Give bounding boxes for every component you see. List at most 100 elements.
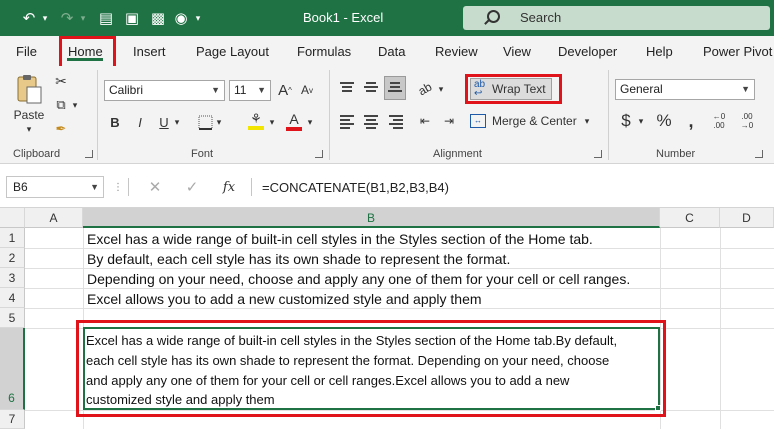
increase-decimal-icon[interactable]: ←0.00 bbox=[708, 110, 730, 132]
formula-input[interactable]: =CONCATENATE(B1,B2,B3,B4) bbox=[262, 180, 449, 195]
center-align-icon[interactable] bbox=[364, 115, 378, 129]
format-icon[interactable]: ▩ bbox=[148, 8, 168, 28]
search-box[interactable]: Search bbox=[463, 6, 770, 30]
gridline bbox=[25, 288, 774, 289]
currency-dropdown-icon[interactable]: ▾ bbox=[636, 114, 646, 128]
tab-formulas[interactable]: Formulas bbox=[297, 44, 351, 59]
font-group-label: Font bbox=[191, 148, 214, 160]
font-launcher-icon[interactable] bbox=[315, 150, 323, 158]
fill-color-dropdown-icon[interactable]: ▾ bbox=[267, 114, 277, 130]
underline-button[interactable]: U bbox=[155, 112, 173, 132]
borders-icon[interactable] bbox=[196, 112, 214, 132]
search-icon bbox=[487, 10, 500, 23]
paste-icon[interactable] bbox=[14, 72, 44, 106]
insert-function-icon[interactable]: fx bbox=[219, 177, 239, 197]
tab-data[interactable]: Data bbox=[378, 44, 405, 59]
clipboard-launcher-icon[interactable] bbox=[85, 150, 93, 158]
name-box[interactable]: B6 ▼ bbox=[6, 176, 104, 198]
tab-review[interactable]: Review bbox=[435, 44, 478, 59]
font-color-dropdown-icon[interactable]: ▾ bbox=[305, 114, 315, 130]
gridline bbox=[25, 268, 774, 269]
redo-icon[interactable]: ↷ bbox=[56, 8, 78, 28]
comma-style-icon[interactable]: , bbox=[684, 110, 698, 132]
redo-dropdown-icon[interactable]: ▾ bbox=[78, 8, 88, 28]
tab-power-pivot[interactable]: Power Pivot bbox=[703, 44, 772, 59]
more-options-icon[interactable]: ⋮ bbox=[113, 177, 123, 197]
copy-dropdown-icon[interactable]: ▾ bbox=[70, 98, 80, 112]
customize-toolbar-icon[interactable]: ▾ bbox=[193, 8, 203, 28]
tab-insert[interactable]: Insert bbox=[133, 44, 166, 59]
decrease-font-icon[interactable]: Av bbox=[298, 80, 316, 100]
formula-bar: B6 ▼ ⋮ ✕ ✓ fx =CONCATENATE(B1,B2,B3,B4) bbox=[0, 164, 774, 208]
undo-dropdown-icon[interactable]: ▾ bbox=[40, 8, 50, 28]
orientation-icon[interactable]: ab bbox=[413, 77, 438, 102]
paste-label[interactable]: Paste bbox=[12, 108, 46, 122]
bold-button[interactable]: B bbox=[106, 112, 124, 132]
top-align-icon[interactable] bbox=[340, 82, 354, 94]
cell-b4[interactable]: Excel allows you to add a new customized… bbox=[87, 291, 482, 307]
decrease-indent-icon[interactable]: ⇤ bbox=[416, 112, 434, 130]
right-align-icon[interactable] bbox=[389, 115, 403, 129]
save-icon[interactable]: ▣ bbox=[122, 8, 142, 28]
tab-file[interactable]: File bbox=[16, 44, 37, 59]
row-header-2[interactable]: 2 bbox=[0, 248, 25, 268]
italic-button[interactable]: I bbox=[131, 112, 149, 132]
merge-center-button[interactable]: ↔ Merge & Center ▾ bbox=[470, 110, 600, 132]
chevron-down-icon: ▼ bbox=[211, 85, 220, 95]
cell-b2[interactable]: By default, each cell style has its own … bbox=[87, 251, 510, 267]
bottom-align-button[interactable] bbox=[384, 76, 406, 100]
clipboard-group-label: Clipboard bbox=[13, 148, 61, 160]
separator bbox=[251, 178, 252, 196]
merge-center-label: Merge & Center bbox=[492, 114, 577, 128]
font-size-value: 11 bbox=[234, 83, 247, 97]
cell-b1[interactable]: Excel has a wide range of built-in cell … bbox=[87, 231, 593, 247]
tab-view[interactable]: View bbox=[503, 44, 531, 59]
row-header-7[interactable]: 7 bbox=[0, 410, 25, 429]
undo-icon[interactable]: ↶ bbox=[18, 8, 40, 28]
underline-dropdown-icon[interactable]: ▾ bbox=[172, 114, 182, 130]
increase-font-icon[interactable]: A ^ bbox=[276, 80, 294, 100]
cut-icon[interactable]: ✂ bbox=[52, 72, 70, 90]
paste-dropdown-icon[interactable]: ▾ bbox=[23, 124, 35, 134]
number-format-combo[interactable]: General ▼ bbox=[615, 79, 755, 100]
row-header-4[interactable]: 4 bbox=[0, 288, 25, 308]
cell-b3[interactable]: Depending on your need, choose and apply… bbox=[87, 271, 630, 287]
fill-color-icon[interactable]: ⚘ bbox=[246, 110, 266, 132]
copy-icon[interactable]: ⧉ bbox=[52, 96, 70, 114]
alignment-group-label: Alignment bbox=[433, 148, 482, 160]
left-align-icon[interactable] bbox=[340, 115, 354, 129]
row-header-3[interactable]: 3 bbox=[0, 268, 25, 288]
column-header-d[interactable]: D bbox=[720, 208, 774, 228]
format-painter-icon[interactable]: ✒ bbox=[52, 120, 70, 138]
orientation-dropdown-icon[interactable]: ▾ bbox=[436, 82, 446, 96]
tab-help[interactable]: Help bbox=[646, 44, 673, 59]
tab-page-layout[interactable]: Page Layout bbox=[196, 44, 269, 59]
font-color-icon[interactable]: A bbox=[284, 110, 304, 132]
camera-icon[interactable]: ◉ bbox=[172, 8, 190, 28]
row-header-1[interactable]: 1 bbox=[0, 228, 25, 248]
font-size-combo[interactable]: 11 ▼ bbox=[229, 80, 271, 101]
alignment-launcher-icon[interactable] bbox=[594, 150, 602, 158]
currency-button[interactable]: $ bbox=[618, 110, 634, 132]
font-name-combo[interactable]: Calibri ▼ bbox=[104, 80, 225, 101]
row-header-6[interactable]: 6 bbox=[0, 328, 25, 410]
column-header-a[interactable]: A bbox=[25, 208, 83, 228]
enter-icon[interactable]: ✓ bbox=[183, 177, 201, 197]
select-all-corner[interactable] bbox=[0, 208, 25, 228]
increase-indent-icon[interactable]: ⇥ bbox=[440, 112, 458, 130]
print-preview-icon[interactable]: ▤ bbox=[96, 8, 116, 28]
wrap-text-highlight bbox=[465, 74, 562, 104]
number-launcher-icon[interactable] bbox=[755, 150, 763, 158]
tab-developer[interactable]: Developer bbox=[558, 44, 617, 59]
row-header-5[interactable]: 5 bbox=[0, 308, 25, 328]
middle-align-icon[interactable] bbox=[364, 82, 378, 94]
column-header-c[interactable]: C bbox=[660, 208, 720, 228]
separator bbox=[608, 70, 609, 160]
decrease-decimal-icon[interactable]: .00 →0 bbox=[736, 110, 758, 132]
ribbon-tabs: File Home Insert Page Layout Formulas Da… bbox=[0, 36, 774, 66]
column-header-b[interactable]: B bbox=[83, 208, 660, 228]
cancel-icon[interactable]: ✕ bbox=[146, 177, 164, 197]
percent-button[interactable]: % bbox=[654, 110, 674, 132]
merge-center-icon: ↔ bbox=[470, 114, 486, 128]
borders-dropdown-icon[interactable]: ▾ bbox=[214, 114, 224, 130]
